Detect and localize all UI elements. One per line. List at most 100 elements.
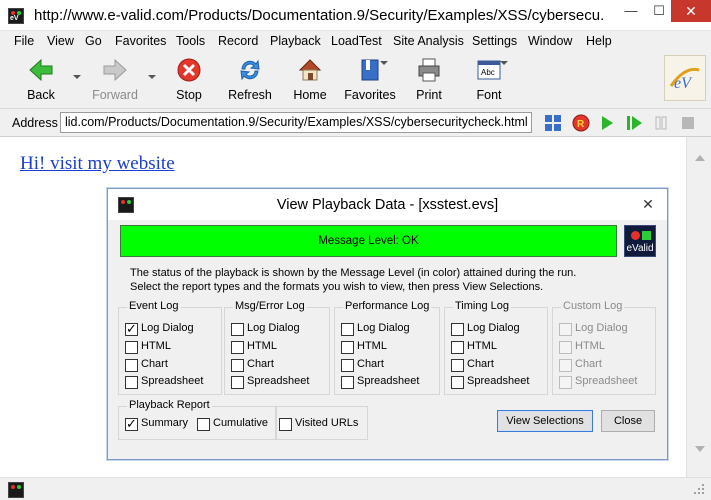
checkbox[interactable]	[197, 418, 210, 431]
menu-site-analysis[interactable]: Site Analysis	[393, 34, 464, 48]
checkbox[interactable]	[451, 359, 464, 372]
checkbox[interactable]	[451, 376, 464, 389]
forward-label: Forward	[92, 88, 138, 102]
dialog-title-bar: View Playback Data - [xsstest.evs] ✕	[108, 189, 667, 220]
checkbox[interactable]	[279, 418, 292, 431]
back-button[interactable]: Back	[14, 55, 68, 105]
record-icon[interactable]: R	[572, 114, 590, 132]
checkbox-label: Log Dialog	[575, 322, 628, 334]
checkbox[interactable]	[341, 341, 354, 354]
checkbox-label: HTML	[141, 340, 171, 352]
checkbox[interactable]	[125, 321, 138, 337]
scroll-down-icon[interactable]	[695, 446, 705, 452]
vertical-scrollbar[interactable]	[686, 137, 711, 477]
menu-go[interactable]: Go	[85, 34, 102, 48]
maximize-button[interactable]: ☐	[645, 0, 673, 22]
website-link[interactable]: Hi! visit my website	[20, 153, 175, 175]
menu-help[interactable]: Help	[586, 34, 612, 48]
forward-button[interactable]: Forward	[88, 55, 142, 105]
checkbox-label: HTML	[247, 340, 277, 352]
checkbox	[559, 376, 572, 389]
evalid-badge: eValid	[624, 225, 656, 257]
back-label: Back	[27, 88, 55, 102]
status-bar	[0, 477, 711, 500]
svg-text:Abc: Abc	[481, 68, 495, 77]
checkbox-label: Log Dialog	[247, 322, 300, 334]
checkbox[interactable]	[341, 376, 354, 389]
dialog-title: View Playback Data - [xsstest.evs]	[276, 197, 499, 213]
menu-view[interactable]: View	[47, 34, 74, 48]
checkbox-label: Chart	[357, 358, 384, 370]
checkbox[interactable]	[231, 341, 244, 354]
forward-dropdown-icon[interactable]	[148, 75, 156, 79]
checkbox[interactable]	[231, 376, 244, 389]
pause-icon[interactable]	[652, 114, 670, 132]
checkbox-label: Chart	[575, 358, 602, 370]
menu-bar: File View Go Favorites Tools Record Play…	[0, 31, 711, 51]
dialog-close-icon[interactable]: ✕	[637, 195, 659, 213]
back-dropdown-icon[interactable]	[73, 75, 81, 79]
checkbox-label: Log Dialog	[467, 322, 520, 334]
resize-grip-icon[interactable]	[692, 482, 706, 496]
toolbar: Back Forward Stop Refresh Home Favorites…	[0, 51, 711, 109]
group-title: Msg/Error Log	[233, 300, 307, 312]
stop-square-icon[interactable]	[679, 114, 697, 132]
address-input[interactable]: lid.com/Products/Documentation.9/Securit…	[60, 112, 532, 133]
menu-file[interactable]: File	[14, 34, 34, 48]
checkbox[interactable]	[125, 376, 138, 389]
checkbox-label: Cumulative	[213, 417, 269, 429]
font-icon: Abc	[477, 60, 501, 80]
step-play-icon[interactable]	[625, 114, 643, 132]
group-title: Timing Log	[453, 300, 512, 312]
grid-icon[interactable]	[544, 114, 562, 132]
stop-label: Stop	[176, 88, 202, 102]
checkbox[interactable]	[341, 323, 354, 336]
badge-text: eValid	[626, 243, 654, 254]
evalid-logo-icon: eV	[669, 67, 700, 92]
home-button[interactable]: Home	[286, 55, 334, 105]
checkbox[interactable]	[231, 323, 244, 336]
checkbox-label: Chart	[141, 358, 168, 370]
checkbox[interactable]	[125, 359, 138, 372]
menu-playback[interactable]: Playback	[270, 34, 321, 48]
favorites-button[interactable]: Favorites	[342, 55, 398, 105]
menu-tools[interactable]: Tools	[176, 34, 205, 48]
svg-text:eV: eV	[674, 75, 693, 92]
minimize-button[interactable]: —	[617, 0, 645, 22]
checkbox-label: HTML	[357, 340, 387, 352]
checkbox-label: HTML	[575, 340, 605, 352]
stop-button[interactable]: Stop	[164, 55, 214, 105]
checkbox[interactable]	[125, 416, 138, 432]
custom-log-group: Custom Log Log Dialog HTML Chart Spreads…	[552, 300, 656, 395]
checkbox[interactable]	[125, 341, 138, 354]
stop-icon	[177, 58, 201, 82]
print-button[interactable]: Print	[406, 55, 452, 105]
checkbox-label: Spreadsheet	[141, 375, 204, 387]
refresh-button[interactable]: Refresh	[224, 55, 276, 105]
checkbox-label: Spreadsheet	[247, 375, 310, 387]
checkbox[interactable]	[341, 359, 354, 372]
view-selections-button[interactable]: View Selections	[497, 410, 593, 432]
checkbox[interactable]	[451, 341, 464, 354]
menu-favorites[interactable]: Favorites	[115, 34, 166, 48]
close-window-button[interactable]: ✕	[671, 0, 711, 22]
checkbox[interactable]	[451, 323, 464, 336]
font-label: Font	[476, 88, 502, 102]
menu-record[interactable]: Record	[218, 34, 258, 48]
printer-icon	[418, 58, 440, 82]
red-light-icon	[631, 231, 640, 240]
checkbox[interactable]	[231, 359, 244, 372]
menu-window[interactable]: Window	[528, 34, 572, 48]
back-arrow-icon	[29, 58, 53, 82]
msg-error-log-group: Msg/Error Log Log Dialog HTML Chart Spre…	[224, 300, 330, 395]
play-icon[interactable]	[598, 114, 616, 132]
close-button[interactable]: Close	[601, 410, 655, 432]
font-dropdown-icon[interactable]	[500, 61, 508, 65]
favorites-label: Favorites	[344, 88, 396, 102]
favorites-dropdown-icon[interactable]	[380, 61, 388, 65]
menu-settings[interactable]: Settings	[472, 34, 517, 48]
checkbox-label: Log Dialog	[141, 322, 194, 334]
evalid-app-icon[interactable]: eV	[8, 8, 24, 24]
menu-loadtest[interactable]: LoadTest	[331, 34, 382, 48]
scroll-up-icon[interactable]	[695, 155, 705, 161]
